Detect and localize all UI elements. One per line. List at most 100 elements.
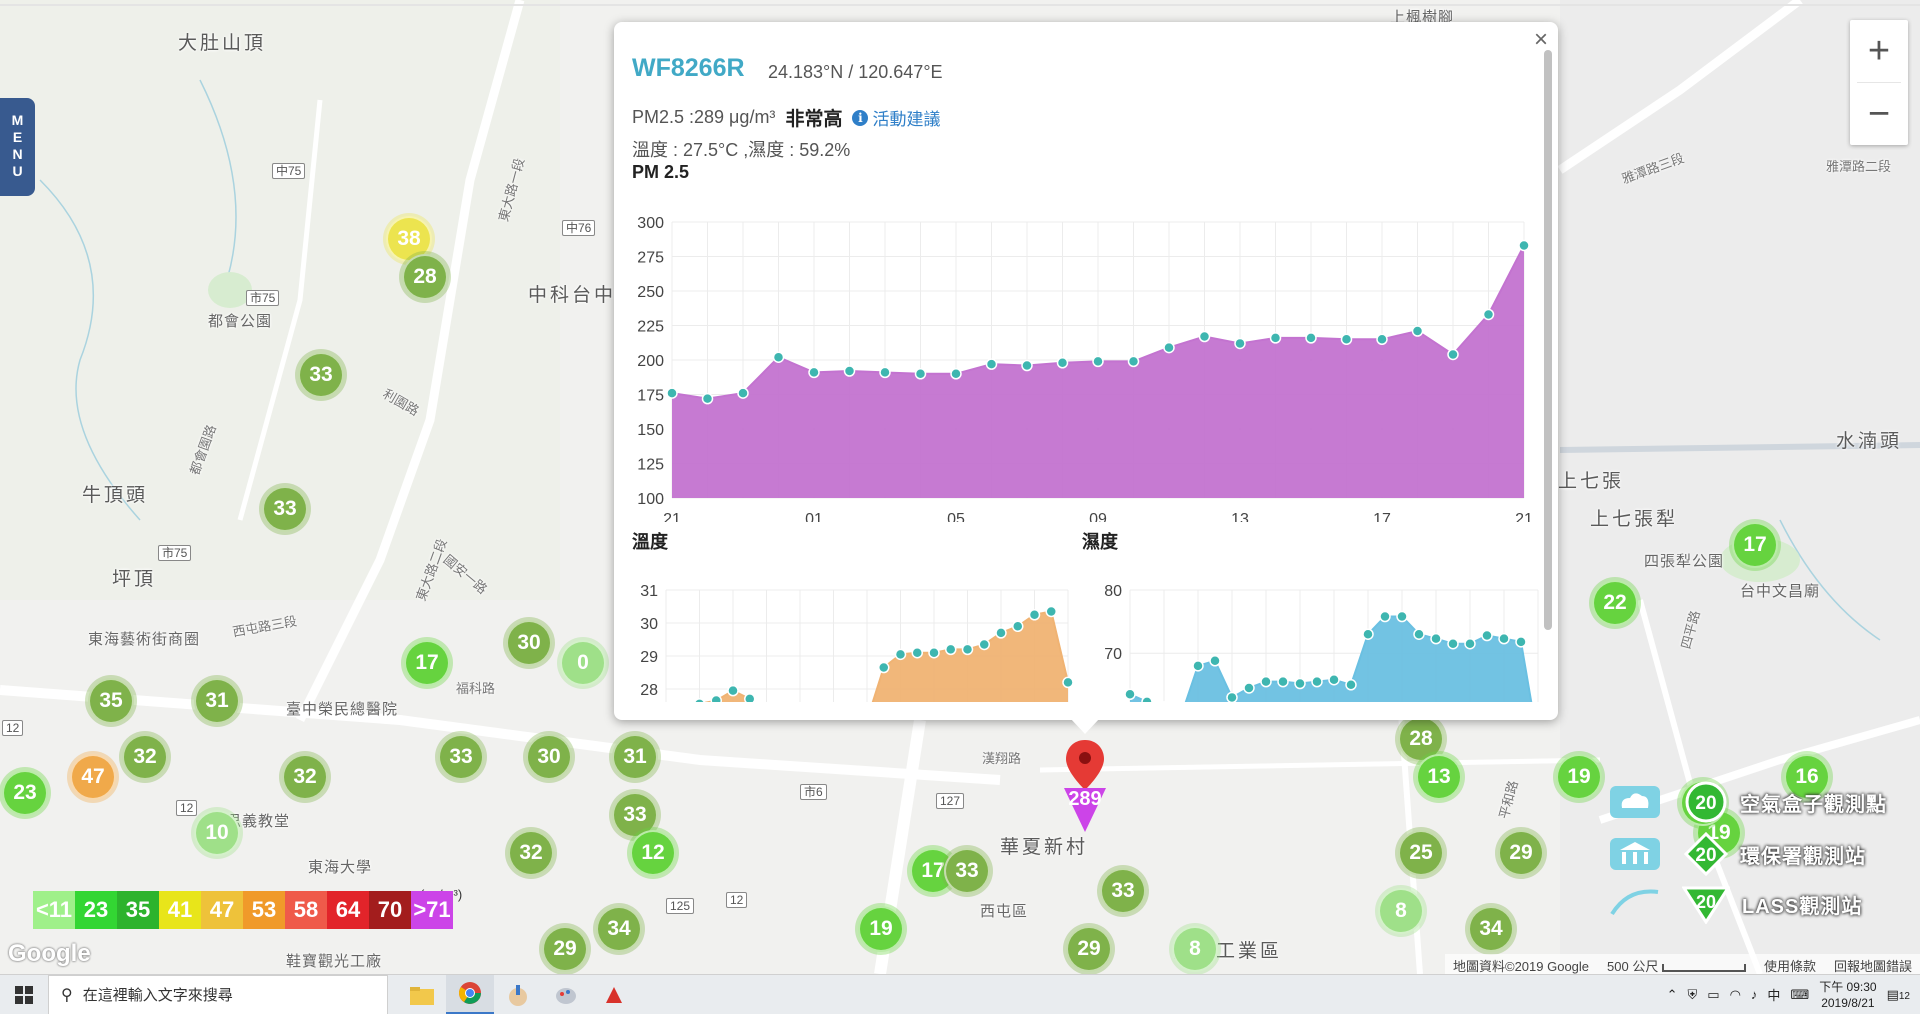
scale-bar: 500 公尺 bbox=[1607, 956, 1746, 974]
pm-station-marker[interactable]: 8 bbox=[1378, 888, 1424, 934]
taskbar-search[interactable]: ⚲ 在這裡輸入文字來搜尋 bbox=[48, 974, 388, 1014]
data-point bbox=[928, 646, 940, 659]
station-id: WF8266R bbox=[632, 54, 745, 82]
file-explorer-app[interactable] bbox=[398, 975, 446, 1014]
pm-station-marker[interactable]: 34 bbox=[1468, 906, 1514, 952]
battery-icon[interactable]: ▭ bbox=[1707, 987, 1719, 1003]
notification-icon[interactable]: ▤12 bbox=[1887, 987, 1910, 1003]
data-point bbox=[1515, 636, 1527, 648]
pm-station-marker[interactable]: 17 bbox=[1732, 522, 1778, 568]
data-point bbox=[1028, 609, 1041, 621]
pm-station-marker[interactable]: 33 bbox=[438, 734, 484, 780]
x-tick-label: 21 bbox=[663, 511, 681, 522]
data-point bbox=[1192, 660, 1204, 672]
popup-scrollbar[interactable] bbox=[1544, 50, 1552, 630]
pm-station-marker[interactable]: 34 bbox=[596, 906, 642, 952]
selected-station-pin[interactable]: 289 bbox=[1064, 738, 1120, 839]
pm-station-marker[interactable]: 19 bbox=[1556, 754, 1602, 800]
search-icon: ⚲ bbox=[61, 986, 73, 1004]
map-pin-icon bbox=[1066, 740, 1104, 790]
airbox-legend-label: 空氣盒子觀測點 bbox=[1740, 793, 1887, 816]
pm-station-marker[interactable]: 12 bbox=[630, 830, 676, 876]
pm-station-marker[interactable]: 25 bbox=[1398, 830, 1444, 876]
data-point bbox=[1328, 673, 1340, 686]
pm-station-marker[interactable]: 29 bbox=[542, 926, 588, 972]
pm-station-marker[interactable]: 33 bbox=[262, 486, 308, 532]
zoom-in-button[interactable]: + bbox=[1850, 20, 1908, 82]
paint-app[interactable] bbox=[494, 975, 542, 1014]
data-point bbox=[894, 648, 907, 661]
data-point bbox=[879, 366, 891, 379]
pm-station-marker[interactable]: 8 bbox=[1172, 926, 1218, 972]
pm-station-marker[interactable]: 33 bbox=[1100, 868, 1146, 914]
chevron-up-icon[interactable]: ⌃ bbox=[1667, 987, 1678, 1003]
drawing-app[interactable] bbox=[542, 975, 590, 1014]
pm-station-marker[interactable]: 10 bbox=[194, 810, 240, 856]
data-point bbox=[878, 661, 890, 674]
pm-station-marker[interactable]: 17 bbox=[404, 640, 450, 686]
route-shield: 12 bbox=[176, 800, 198, 816]
route-shield: 市75 bbox=[158, 545, 192, 561]
place-label: 上七張犁 bbox=[1590, 509, 1679, 530]
road-label: 雅潭路二段 bbox=[1826, 159, 1892, 174]
data-point bbox=[1447, 637, 1459, 650]
data-point bbox=[1127, 355, 1140, 368]
pm-station-marker[interactable]: 32 bbox=[122, 734, 168, 780]
pm-station-marker[interactable]: 19 bbox=[858, 906, 904, 952]
clock[interactable]: 下午 09:30 2019/8/21 bbox=[1819, 979, 1876, 1011]
wifi-icon[interactable]: ◠ bbox=[1730, 987, 1741, 1003]
pm-station-marker[interactable]: 28 bbox=[402, 254, 448, 300]
pm-station-marker[interactable]: 31 bbox=[612, 734, 658, 780]
chrome-app[interactable] bbox=[446, 974, 494, 1014]
pm-chart-title: PM 2.5 bbox=[632, 162, 690, 182]
pm-station-marker[interactable]: 0 bbox=[560, 640, 606, 686]
volume-icon[interactable]: ♪ bbox=[1751, 987, 1758, 1002]
pm-station-marker[interactable]: 33 bbox=[944, 848, 990, 894]
activity-advice-link[interactable]: i 活動建議 bbox=[852, 105, 940, 130]
sketch-app[interactable] bbox=[590, 975, 638, 1014]
legend-swatch: 41 bbox=[159, 891, 201, 929]
pm-station-marker[interactable]: 33 bbox=[298, 352, 344, 398]
pm-station-marker[interactable]: 22 bbox=[1592, 580, 1638, 626]
place-label: 水湳頭 bbox=[1836, 431, 1903, 452]
place-label: 西屯區 bbox=[980, 903, 1029, 920]
pm-station-marker[interactable]: 32 bbox=[508, 830, 554, 876]
data-point bbox=[978, 638, 990, 651]
pm-level: 非常高 bbox=[785, 109, 843, 130]
shield-icon[interactable]: ⛨ bbox=[1688, 987, 1698, 1003]
pm-station-marker[interactable]: 47 bbox=[70, 754, 116, 800]
place-label: 大肚山頂 bbox=[178, 33, 267, 54]
data-point bbox=[1092, 355, 1104, 368]
terms-link[interactable]: 使用條款 bbox=[1764, 956, 1816, 974]
data-point bbox=[1062, 676, 1074, 689]
pm-station-marker[interactable]: 32 bbox=[282, 754, 328, 800]
pm-station-marker[interactable]: 13 bbox=[1416, 754, 1462, 800]
pin-value: 289 bbox=[1068, 788, 1102, 810]
pm-station-marker[interactable]: 29 bbox=[1498, 830, 1544, 876]
y-tick-label: 300 bbox=[637, 215, 664, 232]
zoom-out-button[interactable]: − bbox=[1850, 83, 1908, 145]
menu-tab[interactable]: MENU bbox=[0, 98, 35, 196]
zoom-control: + − bbox=[1850, 20, 1908, 145]
legend-swatch: >71 bbox=[411, 891, 453, 929]
pm-station-marker[interactable]: 35 bbox=[88, 678, 134, 724]
place-label: 坪頂 bbox=[112, 569, 157, 590]
data-point bbox=[1481, 629, 1493, 642]
pm-station-marker[interactable]: 30 bbox=[506, 620, 552, 666]
windows-logo-icon bbox=[15, 985, 33, 1004]
start-button[interactable] bbox=[0, 975, 48, 1014]
x-tick-label: 01 bbox=[805, 511, 823, 522]
pm-station-marker[interactable]: 23 bbox=[2, 770, 48, 816]
data-point bbox=[1311, 675, 1323, 688]
pm-station-marker[interactable]: 30 bbox=[526, 734, 572, 780]
ime-indicator[interactable]: 中 bbox=[1767, 985, 1780, 1004]
report-error-link[interactable]: 回報地圖錯誤 bbox=[1834, 956, 1912, 974]
map-canvas[interactable]: 大肚山頂 都會公園 中科台中 牛頂頭 坪頂 東海藝術街商圈 臺中榮民總醫院 東海… bbox=[0, 0, 1920, 974]
pm-station-marker[interactable]: 29 bbox=[1066, 926, 1112, 972]
x-tick-label: 21 bbox=[1515, 511, 1533, 522]
notification-count: 12 bbox=[1898, 990, 1910, 1002]
pm-station-marker[interactable]: 31 bbox=[194, 678, 240, 724]
data-point bbox=[1260, 675, 1272, 688]
map-attribution: 地圖資料©2019 Google 500 公尺 使用條款 回報地圖錯誤 bbox=[1445, 954, 1920, 974]
keyboard-icon[interactable]: ⌨ bbox=[1790, 987, 1809, 1003]
